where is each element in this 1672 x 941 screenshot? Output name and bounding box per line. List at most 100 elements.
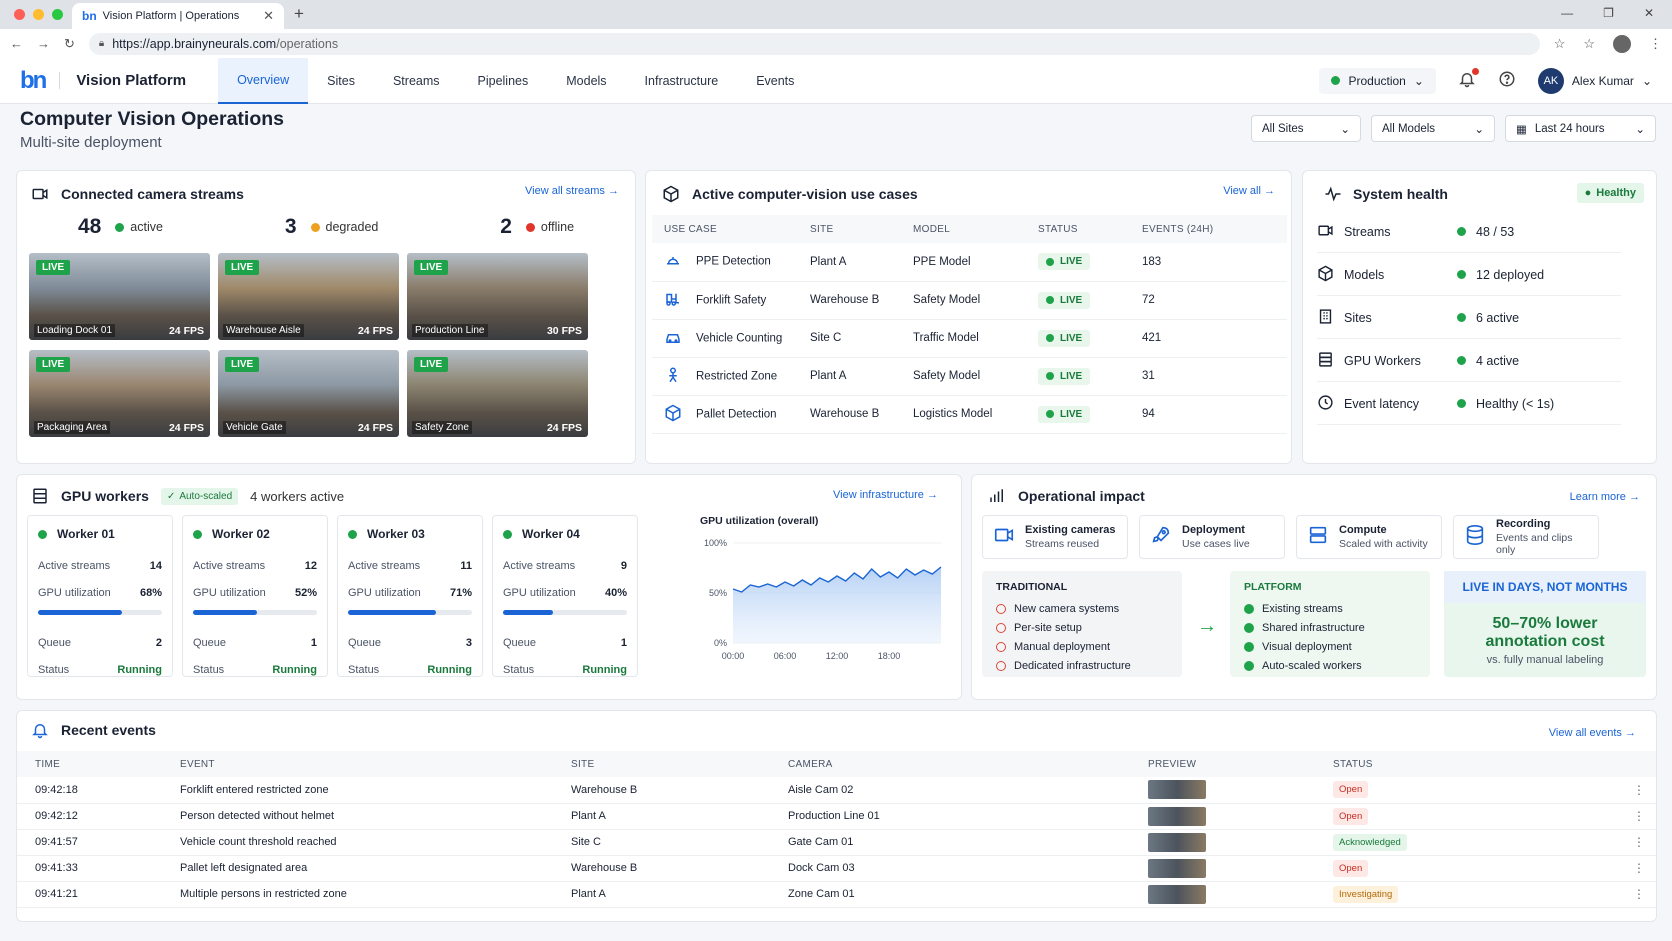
events-count-cell: 72 xyxy=(1130,281,1287,320)
hard-hat-icon xyxy=(664,251,682,272)
environment-select[interactable]: Production ⌄ xyxy=(1319,67,1436,94)
camera-tile[interactable]: LIVE Vehicle Gate 24 FPS xyxy=(218,350,399,437)
health-value-wrap: Healthy (< 1s) xyxy=(1457,397,1554,411)
camera-icon xyxy=(1317,222,1334,242)
bookmark-star-icon[interactable]: ☆ xyxy=(1554,36,1566,52)
time-range-select[interactable]: ▦ Last 24 hours ⌄ xyxy=(1505,115,1656,142)
minimize-window-button[interactable] xyxy=(33,9,44,20)
browser-tab[interactable]: bn Vision Platform | Operations ✕ xyxy=(72,3,284,29)
help-icon[interactable] xyxy=(1498,70,1516,91)
tab-streams[interactable]: Streams xyxy=(374,58,459,104)
camera-tile[interactable]: LIVE Packaging Area 24 FPS xyxy=(29,350,210,437)
gpu-utilization-fill xyxy=(38,610,123,615)
use-case-name: Vehicle Counting xyxy=(696,332,783,345)
tab-events[interactable]: Events xyxy=(737,58,813,104)
health-label-wrap: Streams xyxy=(1317,222,1457,242)
model-filter-select[interactable]: All Models ⌄ xyxy=(1371,115,1495,142)
site-filter-select[interactable]: All Sites ⌄ xyxy=(1251,115,1361,142)
learn-more-label: Learn more xyxy=(1569,491,1626,503)
use-case-row[interactable]: PPE Detection Plant A PPE Model LIVE 183 xyxy=(652,243,1287,282)
camera-tile[interactable]: LIVE Warehouse Aisle 24 FPS xyxy=(218,253,399,340)
gpu-utilization-bar xyxy=(193,610,317,615)
minimize-icon[interactable]: — xyxy=(1561,6,1573,20)
camera-tile[interactable]: LIVE Safety Zone 24 FPS xyxy=(407,350,588,437)
forward-icon[interactable]: → xyxy=(37,36,50,51)
close-window-button[interactable] xyxy=(14,9,25,20)
health-row-models[interactable]: Models 12 deployed xyxy=(1317,254,1621,296)
more-options-icon[interactable]: ⋮ xyxy=(1633,835,1645,849)
tab-infrastructure[interactable]: Infrastructure xyxy=(626,58,738,104)
server-icon xyxy=(1317,351,1334,371)
worker-card[interactable]: Worker 02 Active streams 12 GPU utilization… xyxy=(182,515,328,677)
browser-chrome: bn Vision Platform | Operations ✕ + — ❐ … xyxy=(0,0,1672,58)
view-all-events-link[interactable]: View all events → xyxy=(1549,727,1636,739)
view-all-use-cases-link[interactable]: View all → xyxy=(1223,185,1275,197)
reload-icon[interactable]: ↻ xyxy=(64,36,75,52)
x-tick-label: 12:00 xyxy=(826,651,849,661)
event-row[interactable]: 09:42:18 Forklift entered restricted zone… xyxy=(17,777,1656,804)
health-row-sites[interactable]: Sites 6 active xyxy=(1317,297,1621,339)
view-all-label: View all xyxy=(1223,185,1261,197)
bookmarks-icon[interactable]: ☆ xyxy=(1583,36,1595,52)
event-row[interactable]: 09:41:33 Pallet left designated area Wareh… xyxy=(17,855,1656,882)
tab-sites[interactable]: Sites xyxy=(308,58,374,104)
worker-card[interactable]: Worker 01 Active streams 14 GPU utilization… xyxy=(27,515,173,677)
x-circle-icon xyxy=(996,603,1006,614)
more-options-icon[interactable]: ⋮ xyxy=(1633,861,1645,875)
status-dot-icon xyxy=(1046,334,1054,342)
use-case-row[interactable]: Pallet Detection Warehouse B Logistics Mod… xyxy=(652,395,1287,434)
more-options-icon[interactable]: ⋮ xyxy=(1633,809,1645,823)
event-row[interactable]: 09:41:57 Vehicle count threshold reached S… xyxy=(17,829,1656,856)
user-menu[interactable]: AK Alex Kumar ⌄ xyxy=(1537,67,1652,94)
browser-menu-icon[interactable]: ⋮ xyxy=(1649,36,1662,52)
more-options-icon[interactable]: ⋮ xyxy=(1633,887,1645,901)
restore-icon[interactable]: ❐ xyxy=(1603,6,1614,20)
new-tab-button[interactable]: + xyxy=(294,4,304,24)
event-preview-thumbnail[interactable] xyxy=(1148,858,1206,878)
address-bar[interactable]: 🔒︎ https://app.brainyneurals.com/operati… xyxy=(88,32,1540,55)
health-row-gpu-workers[interactable]: GPU Workers 4 active xyxy=(1317,340,1621,382)
learn-more-link[interactable]: Learn more → xyxy=(1570,491,1640,503)
close-tab-icon[interactable]: ✕ xyxy=(263,8,274,24)
tab-pipelines[interactable]: Pipelines xyxy=(459,58,548,104)
view-infrastructure-link[interactable]: View infrastructure → xyxy=(833,489,938,501)
camera-tile[interactable]: LIVE Production Line 30 FPS xyxy=(407,253,588,340)
use-case-row[interactable]: Forklift Safety Warehouse B Safety Model LI… xyxy=(652,281,1287,320)
event-preview-thumbnail[interactable] xyxy=(1148,884,1206,904)
x-tick-label: 06:00 xyxy=(774,651,797,661)
event-row[interactable]: 09:41:21 Multiple persons in restricted z… xyxy=(17,881,1656,908)
more-options-icon[interactable]: ⋮ xyxy=(1633,783,1645,797)
live-status-badge: LIVE xyxy=(1038,253,1091,271)
health-row-streams[interactable]: Streams 48 / 53 xyxy=(1317,211,1621,253)
tab-models[interactable]: Models xyxy=(547,58,625,104)
actions-column-header xyxy=(1615,751,1656,777)
notifications-bell-icon[interactable] xyxy=(1458,68,1479,91)
tab-overview[interactable]: Overview xyxy=(218,57,309,104)
event-preview-thumbnail[interactable] xyxy=(1148,780,1206,800)
worker-row-value: Running xyxy=(582,663,627,676)
impact-tile-title: Existing cameras xyxy=(1025,524,1116,536)
health-row-event-latency[interactable]: Event latency Healthy (< 1s) xyxy=(1317,383,1621,425)
impact-tile-sub: Events and clips only xyxy=(1496,532,1573,556)
status-label: LIVE xyxy=(1060,332,1083,344)
profile-avatar[interactable] xyxy=(1613,34,1631,53)
worker-row-value: 1 xyxy=(620,636,627,649)
event-preview-thumbnail[interactable] xyxy=(1148,806,1206,826)
event-row[interactable]: 09:42:12 Person detected without helmet Pl… xyxy=(17,803,1656,830)
view-all-streams-link[interactable]: View all streams → xyxy=(525,185,619,197)
count-value: 3 xyxy=(284,215,297,238)
use-cases-card: Active computer-vision use cases View al… xyxy=(645,170,1292,464)
back-icon[interactable]: ← xyxy=(10,36,23,51)
brand-logo[interactable]: bn xyxy=(20,67,47,95)
close-icon[interactable]: ✕ xyxy=(1644,6,1654,20)
event-preview-thumbnail[interactable] xyxy=(1148,832,1206,852)
check-circle-icon xyxy=(1244,622,1254,633)
worker-card[interactable]: Worker 03 Active streams 11 GPU utilization… xyxy=(337,515,483,677)
camera-tile[interactable]: LIVE Loading Dock 01 24 FPS xyxy=(29,253,210,340)
platform-list: Existing streams Shared infrastructure Vis… xyxy=(1244,599,1416,675)
use-case-row[interactable]: Restricted Zone Plant A Safety Model LIVE 31 xyxy=(652,357,1287,396)
worker-card[interactable]: Worker 04 Active streams 9 GPU utilization 4… xyxy=(492,515,638,677)
check-icon: ✓ xyxy=(166,490,176,502)
maximize-window-button[interactable] xyxy=(52,9,63,20)
use-case-row[interactable]: Vehicle Counting Site C Traffic Model LIVE 4… xyxy=(652,319,1287,358)
